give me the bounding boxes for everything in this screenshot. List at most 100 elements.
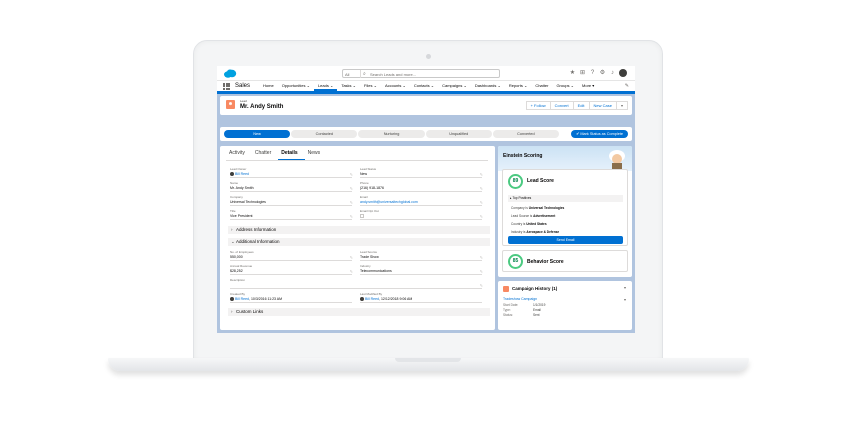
lead-score-box: 89 Lead Score ▸ Top Positives Company is…	[502, 169, 628, 246]
field-label: Description	[230, 278, 246, 282]
field-label: Lead Source	[360, 250, 378, 254]
top-positives-header[interactable]: ▸ Top Positives	[508, 195, 623, 202]
record-actions: + Follow Convert Edit New Case ▾	[525, 101, 628, 110]
chevron-down-icon[interactable]: ▾	[624, 285, 626, 290]
nav-item-chatter[interactable]: Chatter	[531, 81, 552, 91]
lead-owner-link[interactable]: Bill Reed	[235, 172, 249, 176]
field-value: Mr. Andy Smith	[230, 186, 254, 190]
nav-item-dashboards[interactable]: Dashboards ⌄	[471, 81, 505, 91]
field-label: Name	[230, 181, 239, 185]
search-scope-select[interactable]: All	[345, 72, 359, 77]
field-revenue: Annual Revenue $28,252 ✎	[230, 264, 353, 275]
search-icon: ⌕	[363, 71, 366, 77]
favorites-icon[interactable]: ★	[569, 70, 576, 77]
field-description: Description ✎	[230, 278, 483, 289]
created-by-link[interactable]: Bill Reed	[235, 297, 249, 301]
global-header: All ⌕ Search Leads and more... ★ ⊞ ? ⚙ ♪	[217, 66, 635, 81]
field-email-opt-out: Email Opt Out ✎	[360, 209, 483, 220]
field-lead-owner: Lead Owner Bill Reed ✎	[230, 167, 353, 178]
path-step-contacted[interactable]: Contacted	[291, 130, 358, 138]
app-navigation: Sales Home Opportunities ⌄ Leads ⌄ Tasks…	[217, 81, 635, 94]
nav-item-leads[interactable]: Leads ⌄	[313, 81, 338, 91]
email-opt-out-checkbox[interactable]	[360, 214, 364, 218]
field-label: Lead Owner	[230, 167, 247, 171]
record-header: ☻ Lead Mr. Andy Smith + Follow Convert E…	[220, 96, 632, 115]
factor-item: Country is United States	[511, 222, 547, 226]
notifications-bell-icon[interactable]: ♪	[609, 70, 616, 77]
lead-icon: ☻	[226, 100, 235, 109]
behavior-score-title: Behavior Score	[527, 259, 564, 265]
salesforce-cloud-icon[interactable]	[223, 69, 237, 78]
field-value: 550,000	[230, 255, 243, 259]
field-label: Company	[230, 195, 243, 199]
help-icon[interactable]: ?	[589, 70, 596, 77]
nav-item-accounts[interactable]: Accounts ⌄	[381, 81, 410, 91]
send-email-button[interactable]: Send Email	[508, 236, 623, 244]
lead-score-title: Lead Score	[527, 178, 554, 184]
nav-item-home[interactable]: Home	[259, 81, 278, 91]
nav-item-opportunities[interactable]: Opportunities ⌄	[278, 81, 314, 91]
field-value: New	[360, 172, 368, 176]
row-actions-icon[interactable]: ▾	[624, 297, 626, 302]
section-custom-links[interactable]: › Custom Links	[228, 308, 490, 316]
app-screen: All ⌕ Search Leads and more... ★ ⊞ ? ⚙ ♪…	[217, 66, 635, 333]
path-step-converted[interactable]: Converted	[492, 130, 560, 138]
global-search[interactable]: All ⌕ Search Leads and more...	[342, 69, 500, 78]
field-label: Email	[360, 195, 368, 199]
behavior-score-ring: 85	[508, 254, 523, 269]
created-date: , 10/3/2016 11:23 AM	[249, 297, 283, 301]
einstein-scoring-card: Einstein Scoring 89 Lead Score ▸ Top Pos…	[498, 146, 632, 277]
new-case-button[interactable]: New Case	[588, 101, 617, 110]
modifier-avatar	[360, 297, 364, 302]
edit-nav-icon[interactable]: ✎	[625, 83, 629, 89]
field-label: Industry	[360, 264, 371, 268]
edit-button[interactable]: Edit	[572, 101, 590, 110]
nav-item-reports[interactable]: Reports ⌄	[505, 81, 531, 91]
field-label: Title	[230, 209, 236, 213]
card-title: Einstein Scoring	[503, 153, 543, 159]
field-value: Trade Show	[360, 255, 379, 259]
field-name: Name Mr. Andy Smith ✎	[230, 181, 353, 192]
path-step-new[interactable]: New	[224, 130, 291, 138]
field-value: Telecommunications	[360, 269, 392, 273]
einstein-mascot-icon	[609, 150, 625, 170]
nav-item-contacts[interactable]: Contacts ⌄	[410, 81, 438, 91]
card-title[interactable]: Campaign History (1)	[512, 286, 557, 291]
nav-item-files[interactable]: Files ⌄	[360, 81, 381, 91]
creator-avatar	[230, 297, 234, 302]
field-label: No. of Employees	[230, 250, 254, 254]
campaign-history-card: Campaign History (1) ▾ Tradeshow Campaig…	[498, 281, 632, 330]
nav-item-tasks[interactable]: Tasks ⌄	[337, 81, 360, 91]
user-avatar[interactable]	[619, 69, 627, 77]
search-input[interactable]: Search Leads and more...	[370, 72, 416, 77]
campaign-link[interactable]: Tradeshow Campaign	[503, 297, 537, 301]
email-link[interactable]: andy.smith@universaltechglobal.com	[360, 200, 482, 204]
path-step-unqualified[interactable]: Unqualified	[425, 130, 492, 138]
add-icon[interactable]: ⊞	[579, 70, 586, 77]
modified-by-link[interactable]: Bill Reed	[365, 297, 379, 301]
nav-item-groups[interactable]: Groups ⌄	[552, 81, 578, 91]
laptop-notch	[395, 358, 461, 362]
path-steps: New Contacted Nurturing Unqualified Conv…	[224, 130, 560, 138]
field-lead-status: Lead Status New ✎	[360, 167, 483, 178]
tabs-divider	[226, 160, 488, 161]
nav-item-more[interactable]: More ▾	[578, 81, 598, 91]
app-launcher-icon[interactable]	[223, 82, 230, 90]
section-title: Custom Links	[236, 309, 264, 314]
field-label: Phone	[360, 181, 369, 185]
campaign-detail-row: Status: Sent	[503, 313, 540, 317]
section-additional[interactable]: ⌄Additional Information	[228, 238, 490, 246]
follow-button[interactable]: + Follow	[525, 101, 551, 110]
factor-item: Lead Source is Advertisement	[511, 214, 556, 218]
setup-gear-icon[interactable]: ⚙	[599, 70, 606, 77]
more-actions-button[interactable]: ▾	[615, 101, 628, 110]
mark-complete-button[interactable]: ✔ Mark Status as Complete	[571, 130, 628, 138]
convert-button[interactable]: Convert	[549, 101, 574, 110]
path-step-nurturing[interactable]: Nurturing	[358, 130, 425, 138]
field-label: Created By	[230, 292, 246, 296]
nav-item-campaigns[interactable]: Campaigns ⌄	[438, 81, 471, 91]
field-phone: Phone (216) 918-1876 ✎	[360, 181, 483, 192]
section-address[interactable]: › Address Information	[228, 226, 490, 234]
modified-date: , 12/12/2018 9:06 AM	[379, 297, 413, 301]
details-card: Activity Chatter Details News Lead Owner…	[220, 146, 495, 330]
